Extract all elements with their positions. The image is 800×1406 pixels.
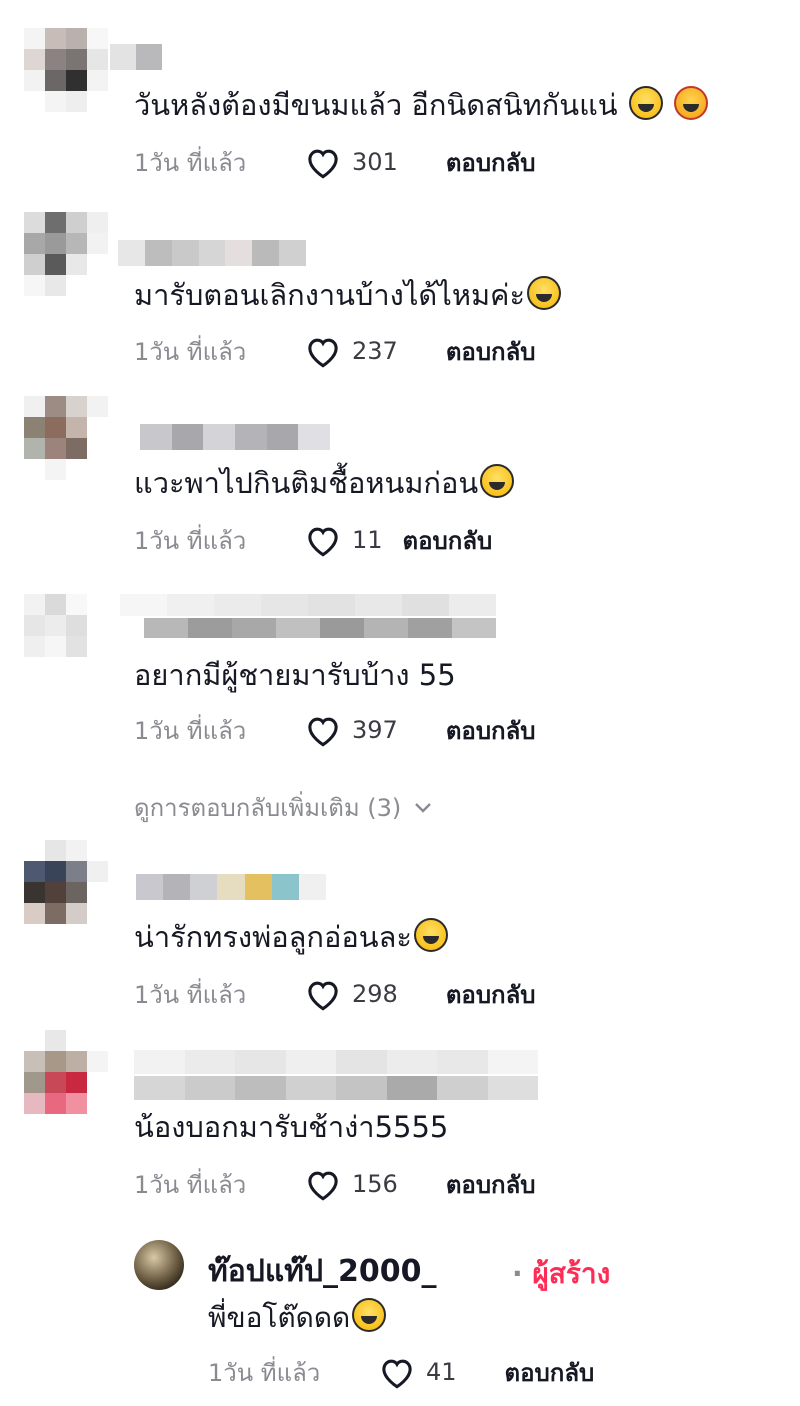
reply-button[interactable]: ตอบกลับ <box>446 975 536 1014</box>
creator-avatar[interactable] <box>134 1240 184 1290</box>
comment-text: แวะพาไปกินติมชื้อหนมก่อน <box>134 464 515 502</box>
view-more-replies-label: ดูการตอบกลับเพิ่มเติม (3) <box>134 794 402 822</box>
face-with-tears-of-joy-icon <box>413 918 448 952</box>
comment-meta: 1วัน ที่แล้ว 11 ตอบกลับ <box>134 520 492 560</box>
avatar[interactable] <box>24 594 108 678</box>
avatar[interactable] <box>24 212 108 296</box>
reply-button[interactable]: ตอบกลับ <box>446 711 536 750</box>
blurred-username[interactable] <box>110 44 162 70</box>
reply-button[interactable]: ตอบกลับ <box>505 1353 595 1392</box>
like-button[interactable]: 11 <box>304 523 383 557</box>
blurred-username[interactable] <box>136 874 326 900</box>
timestamp: 1วัน ที่แล้ว <box>134 980 247 1009</box>
avatar[interactable] <box>24 396 108 480</box>
creator-reply-text: พี่ขอโต๊ดดด <box>208 1298 387 1337</box>
timestamp: 1วัน ที่แล้ว <box>134 526 247 555</box>
timestamp: 1วัน ที่แล้ว <box>134 1170 247 1199</box>
like-button[interactable]: 237 <box>304 334 398 368</box>
comment-text: วันหลังต้องมีขนมแล้ว อีกนิดสนิทกันแน่ <box>134 86 709 124</box>
comment-text: น้องบอกมารับช้าง่า5555 <box>134 1110 449 1144</box>
like-count: 237 <box>352 337 398 365</box>
heart-outline-icon <box>382 1359 412 1389</box>
creator-username[interactable]: ท๊อปแท๊ป_2000_ <box>208 1248 437 1295</box>
like-button[interactable]: 156 <box>304 1167 398 1201</box>
comment-text: มารับตอนเลิกงานบ้างได้ไหมค่ะ <box>134 276 562 314</box>
creator-badge-group: · ผู้สร้าง <box>512 1252 610 1296</box>
creator-reply-meta: 1วัน ที่แล้ว 41 ตอบกลับ <box>208 1352 594 1392</box>
comment-text: อยากมีผู้ชายมารับบ้าง 55 <box>134 658 456 692</box>
avatar[interactable] <box>24 840 108 924</box>
comment-meta: 1วัน ที่แล้ว 298 ตอบกลับ <box>134 974 536 1014</box>
timestamp: 1วัน ที่แล้ว <box>134 148 247 177</box>
comment-meta: 1วัน ที่แล้ว 237 ตอบกลับ <box>134 331 536 371</box>
heart-outline-icon <box>308 717 338 747</box>
blurred-username[interactable] <box>134 1050 538 1074</box>
blurred-username-line <box>134 1076 538 1100</box>
blurred-username[interactable] <box>120 594 496 616</box>
grinning-face-icon <box>628 86 663 120</box>
timestamp: 1วัน ที่แล้ว <box>208 1358 321 1387</box>
like-count: 298 <box>352 980 398 1008</box>
like-button[interactable]: 298 <box>304 977 398 1011</box>
smiling-face-with-hearts-icon <box>674 86 709 120</box>
blurred-username[interactable] <box>118 240 307 266</box>
like-button[interactable]: 397 <box>304 713 398 747</box>
comment-meta: 1วัน ที่แล้ว 156 ตอบกลับ <box>134 1164 536 1204</box>
heart-outline-icon <box>308 149 338 179</box>
grinning-face-with-sweat-icon <box>480 464 515 498</box>
avatar[interactable] <box>24 1030 108 1114</box>
chevron-down-icon <box>415 802 432 813</box>
face-with-tears-of-joy-icon <box>352 1298 387 1332</box>
separator-dot: · <box>512 1257 523 1290</box>
like-count: 301 <box>352 148 398 176</box>
timestamp: 1วัน ที่แล้ว <box>134 716 247 745</box>
creator-badge: ผู้สร้าง <box>532 1257 611 1290</box>
heart-outline-icon <box>308 338 338 368</box>
heart-outline-icon <box>308 981 338 1011</box>
reply-button[interactable]: ตอบกลับ <box>446 332 536 371</box>
comment-text: น่ารักทรงพ่อลูกอ่อนละ <box>134 918 448 956</box>
timestamp: 1วัน ที่แล้ว <box>134 337 247 366</box>
avatar[interactable] <box>24 28 108 112</box>
heart-outline-icon <box>308 1171 338 1201</box>
like-button[interactable]: 41 <box>378 1355 457 1389</box>
blurred-username-line <box>144 618 496 638</box>
like-count: 156 <box>352 1170 398 1198</box>
like-count: 41 <box>426 1358 457 1386</box>
like-button[interactable]: 301 <box>304 145 398 179</box>
reply-button[interactable]: ตอบกลับ <box>446 143 536 182</box>
reply-button[interactable]: ตอบกลับ <box>446 1165 536 1204</box>
comment-meta: 1วัน ที่แล้ว 301 ตอบกลับ <box>134 142 536 182</box>
reply-button[interactable]: ตอบกลับ <box>403 521 493 560</box>
heart-outline-icon <box>308 527 338 557</box>
view-more-replies-button[interactable]: ดูการตอบกลับเพิ่มเติม (3) <box>134 788 433 827</box>
comment-meta: 1วัน ที่แล้ว 397 ตอบกลับ <box>134 710 536 750</box>
blurred-username[interactable] <box>140 424 331 450</box>
face-with-tears-of-joy-icon <box>527 276 562 310</box>
like-count: 397 <box>352 716 398 744</box>
like-count: 11 <box>352 526 383 554</box>
